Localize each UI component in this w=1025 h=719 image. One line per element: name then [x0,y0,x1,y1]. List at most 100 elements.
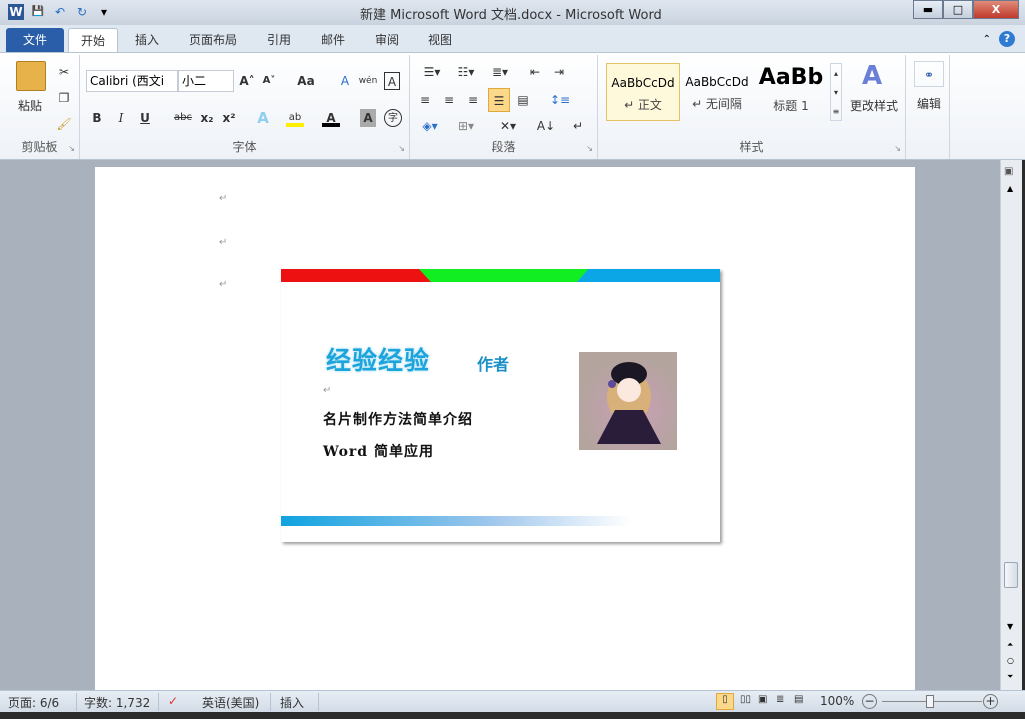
collapse-ribbon-icon[interactable]: ⌃ [983,34,991,45]
card-line-2: Word 简单应用 [323,444,434,460]
customize-toolbar-icon[interactable]: ▾ [96,4,112,20]
title-bar: W 💾 ↶ ↻ ▾ 新建 Microsoft Word 文档.docx - Mi… [0,0,1025,25]
character-border-icon[interactable]: A [384,72,400,90]
minimize-button[interactable]: ▬ [913,0,943,19]
maximize-button[interactable]: □ [943,0,973,19]
full-screen-reading-icon[interactable]: ▯▯ [740,694,751,705]
align-right-icon[interactable]: ≡ [464,91,482,109]
strikethrough-button[interactable]: abc [172,109,194,127]
zoom-slider-thumb[interactable] [926,695,934,708]
zoom-level[interactable]: 100% [820,694,854,708]
change-case-icon[interactable]: Aa [292,72,320,90]
numbering-icon[interactable]: ☷▾ [452,63,480,81]
avatar-image[interactable] [579,352,677,450]
format-painter-icon[interactable]: 🖌 [56,115,72,133]
dialog-launcher-icon[interactable]: ↘ [68,144,75,153]
shading-icon[interactable]: ◈▾ [416,117,444,135]
print-layout-icon[interactable]: ▯ [716,693,734,710]
style-name: 标题 1 [773,99,809,113]
shrink-font-icon[interactable]: A˅ [260,72,278,90]
zoom-out-button[interactable]: − [862,694,877,709]
zoom-in-button[interactable]: + [983,694,998,709]
font-color-icon[interactable]: A [322,109,340,127]
quick-access-toolbar: W 💾 ↶ ↻ ▾ [8,4,112,20]
font-name-combo[interactable]: Calibri (西文i [86,70,178,92]
tab-references[interactable]: 引用 [255,28,303,53]
cut-icon[interactable]: ✂ [56,63,72,81]
change-styles-button[interactable]: 更改样式 [846,97,902,115]
grow-font-icon[interactable]: A˄ [238,72,256,90]
previous-page-icon[interactable]: ⏶ [1007,640,1013,650]
copy-icon[interactable]: ❐ [56,89,72,107]
business-card[interactable]: 经验经验 作者 ↵ 名片制作方法简单介绍 Word 简单应用 [281,269,720,542]
distributed-icon[interactable]: ▤ [514,91,532,109]
increase-indent-icon[interactable]: ⇥ [550,63,568,81]
tab-file[interactable]: 文件 [6,28,64,53]
chinese-layout-icon[interactable]: ✕▾ [494,117,522,135]
tab-view[interactable]: 视图 [416,28,464,53]
tab-page-layout[interactable]: 页面布局 [177,28,249,53]
save-icon[interactable]: 💾 [30,4,46,20]
browse-object-icon[interactable]: ○ [1007,656,1014,665]
phonetic-guide-icon[interactable]: wén [358,72,378,90]
line-spacing-icon[interactable]: ↕≡ [546,91,574,109]
redo-icon[interactable]: ↻ [74,4,90,20]
undo-icon[interactable]: ↶ [52,4,68,20]
dialog-launcher-icon[interactable]: ↘ [586,144,593,153]
ruler-toggle-icon[interactable]: ▣ [1004,166,1013,177]
align-center-icon[interactable]: ≡ [440,91,458,109]
align-left-icon[interactable]: ≡ [416,91,434,109]
outline-icon[interactable]: ≣ [776,694,784,705]
paragraph-group: ☰▾ ☷▾ ≣▾ ⇤ ⇥ ≡ ≡ ≡ ☰ ▤ ↕≡ ◈▾ ⊞▾ ✕▾ A↓ ↵ … [410,55,598,159]
justify-icon[interactable]: ☰ [488,88,510,112]
style-preview: AaBbCcDd [611,76,675,90]
character-shading-icon[interactable]: A [360,109,376,127]
style-normal[interactable]: AaBbCcDd ↵ 正文 [606,63,680,121]
show-marks-icon[interactable]: ↵ [570,117,586,135]
bullets-icon[interactable]: ☰▾ [418,63,446,81]
italic-button[interactable]: I [114,109,128,127]
decrease-indent-icon[interactable]: ⇤ [526,63,544,81]
word-count[interactable]: 字数: 1,732 [84,694,150,711]
vertical-scrollbar[interactable]: ▣ ▲ ▼ ⏶ ○ ⏷ [1000,160,1022,690]
dialog-launcher-icon[interactable]: ↘ [398,144,405,153]
subscript-button[interactable]: x₂ [198,109,216,127]
style-heading-1[interactable]: AaBb 标题 1 [754,63,828,121]
tab-insert[interactable]: 插入 [123,28,171,53]
help-icon[interactable]: ? [999,31,1015,47]
paste-icon[interactable] [16,61,46,91]
bold-button[interactable]: B [90,109,104,127]
draft-icon[interactable]: ▤ [794,694,803,705]
insert-mode[interactable]: 插入 [280,694,304,711]
paste-button[interactable]: 粘贴 [12,97,48,115]
tab-home[interactable]: 开始 [68,28,119,53]
page-count[interactable]: 页面: 6/6 [8,694,59,711]
close-button[interactable]: X [973,0,1019,19]
text-effect-icon[interactable]: A [254,109,272,127]
find-binoculars-icon[interactable]: ⚭ [914,61,944,87]
dialog-launcher-icon[interactable]: ↘ [894,144,901,153]
sort-icon[interactable]: A↓ [536,117,556,135]
superscript-button[interactable]: x² [220,109,238,127]
enclose-characters-icon[interactable]: 字 [384,109,402,127]
language[interactable]: 英语(美国) [202,694,259,711]
tab-mailings[interactable]: 邮件 [309,28,357,53]
ribbon-tabs: 文件 开始 插入 页面布局 引用 邮件 审阅 视图 ⌃? [0,25,1025,53]
underline-button[interactable]: U [138,109,152,127]
font-size-combo[interactable]: 小二 [178,70,234,92]
card-author: 作者 [477,355,510,374]
multilevel-list-icon[interactable]: ≣▾ [486,63,514,81]
proofing-icon[interactable]: ✓ [168,694,178,708]
scroll-thumb[interactable] [1004,562,1018,588]
web-layout-icon[interactable]: ▣ [758,694,767,705]
borders-icon[interactable]: ⊞▾ [452,117,480,135]
tab-review[interactable]: 审阅 [363,28,411,53]
editing-button[interactable]: 编辑 [910,95,948,113]
style-no-spacing[interactable]: AaBbCcDd ↵ 无间隔 [680,63,754,121]
highlight-icon[interactable]: ab [286,109,304,127]
scroll-up-icon[interactable]: ▲ [1007,184,1013,193]
styles-scroll[interactable]: ▴ ▾ ≡ [830,63,842,121]
clear-format-icon[interactable]: A [336,72,354,90]
next-page-icon[interactable]: ⏷ [1007,672,1013,682]
scroll-down-icon[interactable]: ▼ [1007,622,1013,631]
